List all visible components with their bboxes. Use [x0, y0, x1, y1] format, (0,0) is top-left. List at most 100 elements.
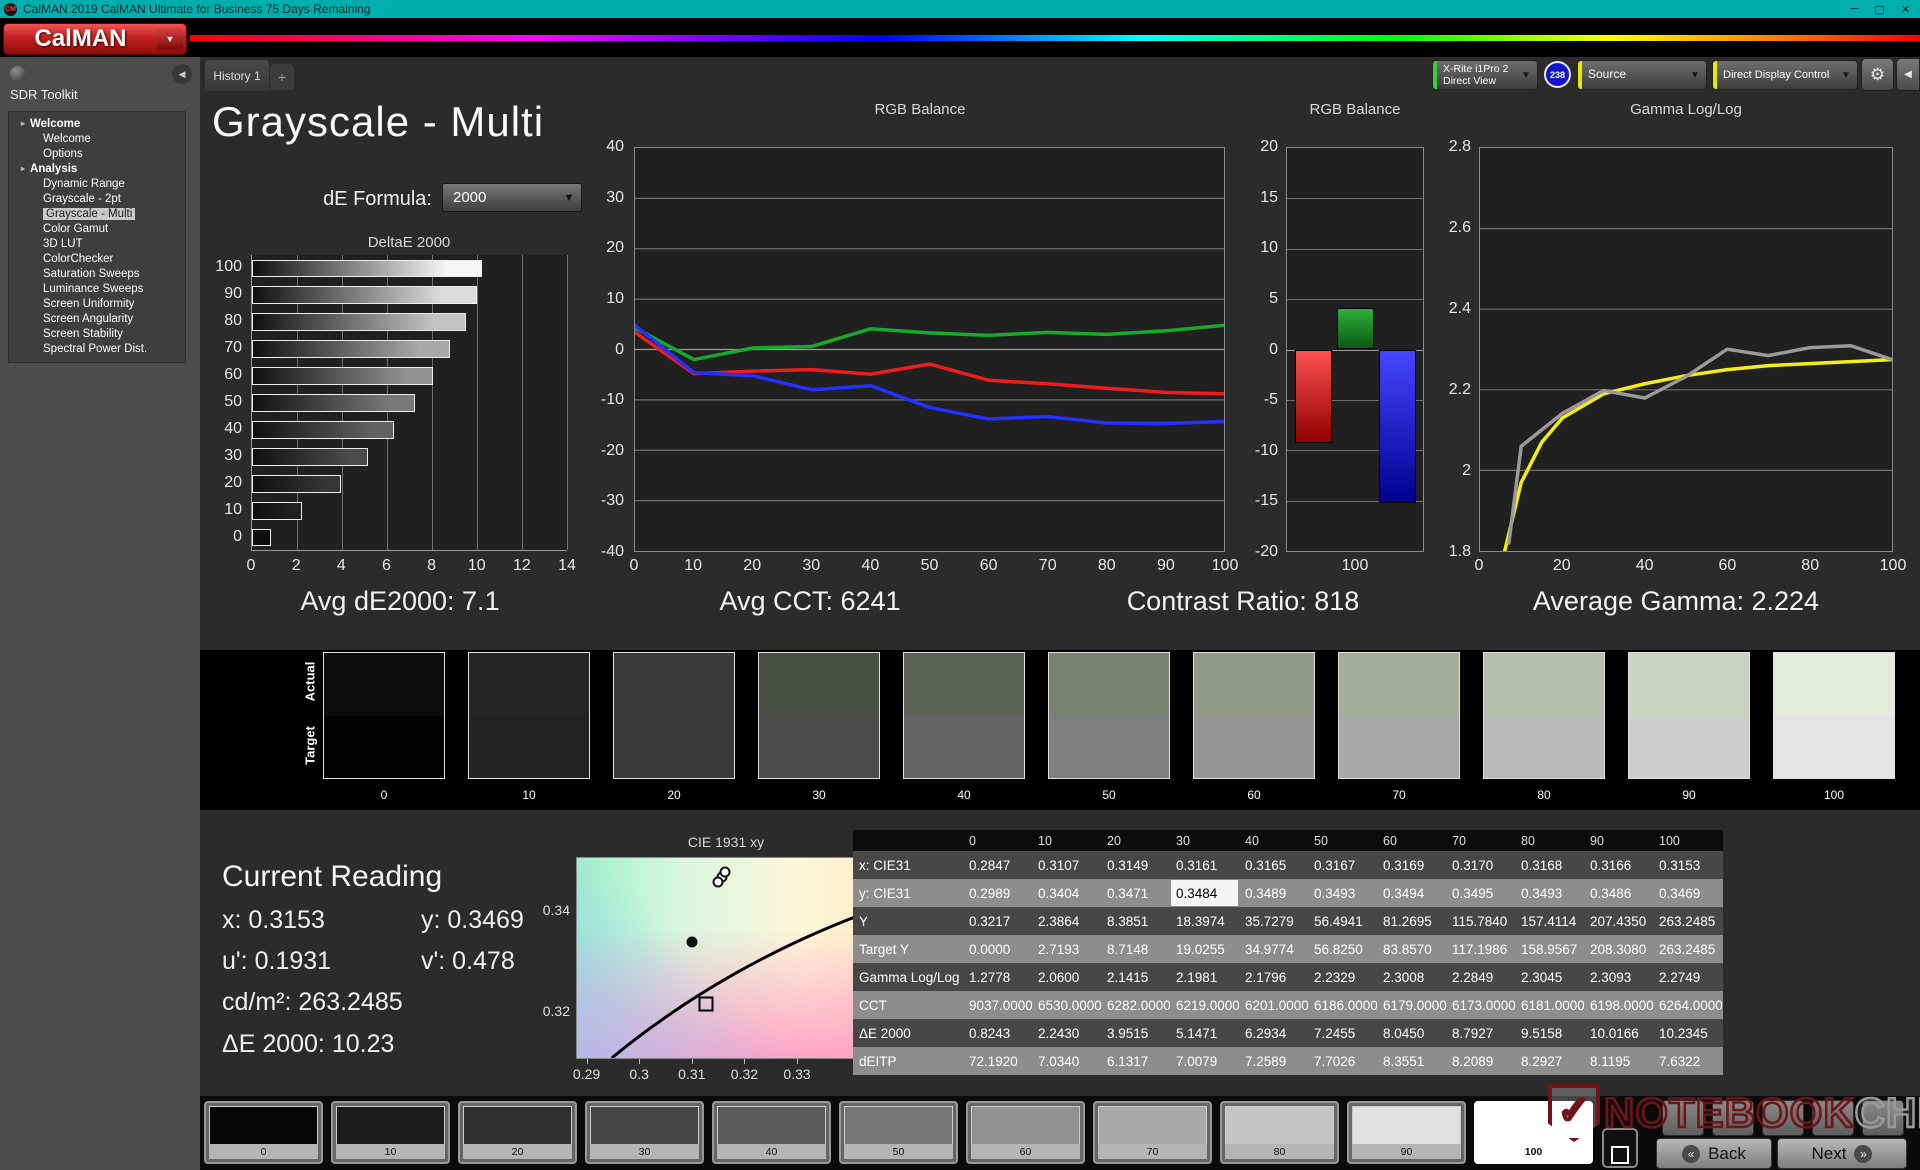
patch-button-90[interactable]: 90	[1347, 1101, 1466, 1164]
table-cell[interactable]: 6.2934	[1239, 1019, 1308, 1047]
table-cell[interactable]: 6179.0000	[1377, 991, 1446, 1019]
calman-logo[interactable]: CalMAN ▼	[3, 23, 187, 55]
table-cell[interactable]: 2.2749	[1653, 963, 1722, 991]
table-cell[interactable]: 0.3489	[1239, 879, 1308, 907]
table-cell[interactable]: 8.3551	[1377, 1047, 1446, 1075]
table-cell[interactable]: 0.3495	[1446, 879, 1515, 907]
table-cell[interactable]: 117.1986	[1446, 935, 1515, 963]
table-cell[interactable]: 6201.0000	[1239, 991, 1308, 1019]
table-cell[interactable]: 19.0255	[1170, 935, 1239, 963]
table-cell[interactable]: 207.4350	[1584, 907, 1653, 935]
table-cell[interactable]: 56.8250	[1308, 935, 1377, 963]
patch-button-60[interactable]: 60	[966, 1101, 1085, 1164]
back-button[interactable]: « Back	[1656, 1138, 1772, 1169]
table-cell[interactable]: 0.3107	[1032, 851, 1101, 879]
patch-button-20[interactable]: 20	[458, 1101, 577, 1164]
sidebar-item-options[interactable]: Options	[9, 146, 185, 161]
table-cell[interactable]: 0.2847	[963, 851, 1032, 879]
table-cell[interactable]: 56.4941	[1308, 907, 1377, 935]
logo-menu-button[interactable]: ▼	[157, 28, 183, 50]
table-cell[interactable]: 158.9567	[1515, 935, 1584, 963]
table-cell[interactable]: 81.2695	[1377, 907, 1446, 935]
table-cell[interactable]: 0.3486	[1584, 879, 1653, 907]
table-cell[interactable]: 8.1195	[1584, 1047, 1653, 1075]
sidebar-item-welcome[interactable]: ▸ Welcome	[9, 116, 185, 131]
table-cell[interactable]: 2.3093	[1584, 963, 1653, 991]
table-cell[interactable]: 2.2329	[1308, 963, 1377, 991]
table-cell[interactable]: 7.2455	[1308, 1019, 1377, 1047]
table-cell[interactable]: 6219.0000	[1170, 991, 1239, 1019]
measurement-count-badge[interactable]: 238	[1544, 61, 1571, 88]
gear-icon[interactable]: ⚙	[1861, 58, 1894, 91]
sidebar-item-grayscale-2pt[interactable]: Grayscale - 2pt	[9, 191, 185, 206]
table-cell[interactable]: 0.3170	[1446, 851, 1515, 879]
table-cell[interactable]: 2.2849	[1446, 963, 1515, 991]
table-cell[interactable]: 0.3149	[1101, 851, 1170, 879]
table-cell[interactable]: 7.0340	[1032, 1047, 1101, 1075]
patch-button-0[interactable]: 0	[204, 1101, 323, 1164]
patch-button-40[interactable]: 40	[712, 1101, 831, 1164]
table-cell[interactable]: 3.9515	[1101, 1019, 1170, 1047]
table-cell[interactable]: 6181.0000	[1515, 991, 1584, 1019]
table-cell[interactable]: 0.3168	[1515, 851, 1584, 879]
table-cell[interactable]: 6530.0000	[1032, 991, 1101, 1019]
table-cell[interactable]: 2.3045	[1515, 963, 1584, 991]
patch-button-10[interactable]: 10	[331, 1101, 450, 1164]
sidebar-item-luminance-sweeps[interactable]: Luminance Sweeps	[9, 281, 185, 296]
table-cell[interactable]: 7.7026	[1308, 1047, 1377, 1075]
table-cell[interactable]: 0.3494	[1377, 879, 1446, 907]
table-cell[interactable]: 0.3165	[1239, 851, 1308, 879]
meter-dropdown[interactable]: X-Rite i1Pro 2 Direct View ▼	[1432, 60, 1538, 90]
table-cell[interactable]: 6198.0000	[1584, 991, 1653, 1019]
table-cell[interactable]: 2.3008	[1377, 963, 1446, 991]
table-cell[interactable]: 8.7148	[1101, 935, 1170, 963]
sidebar-collapse-button[interactable]: ◀	[172, 64, 192, 84]
table-cell[interactable]: 263.2485	[1653, 935, 1722, 963]
table-cell[interactable]: 18.3974	[1170, 907, 1239, 935]
table-cell[interactable]: 157.4114	[1515, 907, 1584, 935]
next-button[interactable]: Next »	[1777, 1138, 1907, 1169]
table-cell[interactable]: 263.2485	[1653, 907, 1722, 935]
add-tab-button[interactable]: +	[270, 64, 294, 90]
table-cell[interactable]: 2.7193	[1032, 935, 1101, 963]
table-cell[interactable]: 34.9774	[1239, 935, 1308, 963]
sidebar-item-screen-angularity[interactable]: Screen Angularity	[9, 311, 185, 326]
sidebar-item-spectral-power-dist[interactable]: Spectral Power Dist.	[9, 341, 185, 356]
source-dropdown[interactable]: Source ▼	[1577, 60, 1707, 90]
table-cell[interactable]: 2.3864	[1032, 907, 1101, 935]
table-cell[interactable]: 9037.0000	[963, 991, 1032, 1019]
table-cell[interactable]: 35.7279	[1239, 907, 1308, 935]
tab-history-1[interactable]: History 1	[204, 59, 270, 91]
display-control-dropdown[interactable]: Direct Display Control ▼	[1712, 60, 1858, 90]
table-cell[interactable]: 0.8243	[963, 1019, 1032, 1047]
table-cell[interactable]: 10.0166	[1584, 1019, 1653, 1047]
table-cell[interactable]: 8.2089	[1446, 1047, 1515, 1075]
table-cell[interactable]: 6186.0000	[1308, 991, 1377, 1019]
sidebar-item-screen-uniformity[interactable]: Screen Uniformity	[9, 296, 185, 311]
table-cell[interactable]: 0.3469	[1653, 879, 1722, 907]
table-cell[interactable]: 2.1981	[1170, 963, 1239, 991]
patch-button-70[interactable]: 70	[1093, 1101, 1212, 1164]
de-formula-dropdown[interactable]: 2000 ▼	[442, 183, 582, 212]
sidebar-item-dynamic-range[interactable]: Dynamic Range	[9, 176, 185, 191]
table-cell[interactable]: 83.8570	[1377, 935, 1446, 963]
sidebar-item-saturation-sweeps[interactable]: Saturation Sweeps	[9, 266, 185, 281]
table-cell[interactable]: 0.3166	[1584, 851, 1653, 879]
table-cell[interactable]: 1.2778	[963, 963, 1032, 991]
sidebar-item-colorchecker[interactable]: ColorChecker	[9, 251, 185, 266]
table-cell[interactable]: 0.3471	[1101, 879, 1170, 907]
table-cell[interactable]: 8.2927	[1515, 1047, 1584, 1075]
sidebar-item-welcome[interactable]: Welcome	[9, 131, 185, 146]
table-cell[interactable]: 2.2430	[1032, 1019, 1101, 1047]
table-cell[interactable]: 7.2589	[1239, 1047, 1308, 1075]
table-cell[interactable]: 8.3851	[1101, 907, 1170, 935]
patch-button-30[interactable]: 30	[585, 1101, 704, 1164]
table-cell[interactable]: 115.7840	[1446, 907, 1515, 935]
sidebar-item-analysis[interactable]: ▸ Analysis	[9, 161, 185, 176]
table-cell[interactable]: 9.5158	[1515, 1019, 1584, 1047]
table-cell[interactable]: 5.1471	[1170, 1019, 1239, 1047]
panel-collapse-button[interactable]: ◀	[1896, 58, 1920, 91]
table-cell[interactable]: 7.0079	[1170, 1047, 1239, 1075]
table-cell[interactable]: 0.2989	[963, 879, 1032, 907]
table-cell[interactable]: 7.6322	[1653, 1047, 1722, 1075]
